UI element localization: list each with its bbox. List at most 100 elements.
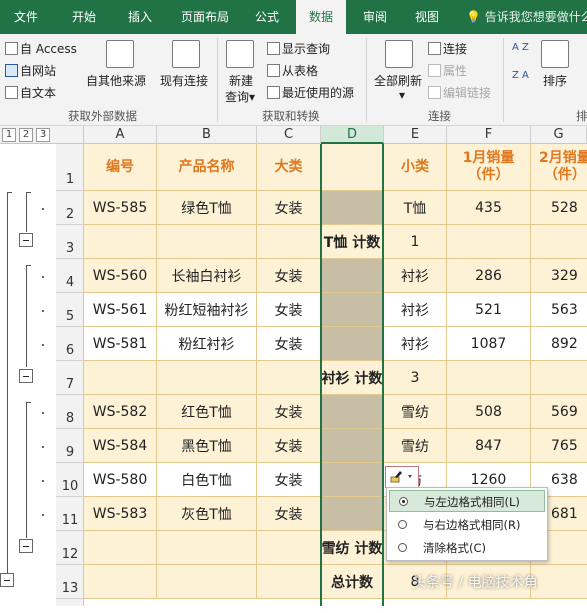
cell-subtotal-label[interactable]: 衬衫 计数 (321, 361, 384, 395)
collapse-button[interactable] (19, 233, 33, 247)
cell-jan-sales[interactable]: 1087 (447, 327, 531, 361)
cell-id[interactable]: WS-582 (84, 395, 157, 429)
cell-id[interactable] (84, 565, 157, 599)
header-cell-category[interactable]: 大类 (257, 144, 321, 191)
cell-subtotal-label[interactable] (321, 497, 384, 531)
cell-category[interactable]: 女装 (257, 429, 321, 463)
cell-subcategory[interactable]: 衬衫 (384, 259, 447, 293)
cell-jan-sales[interactable] (447, 361, 531, 395)
header-cell-product[interactable]: 产品名称 (157, 144, 257, 191)
row-number[interactable]: 13 (56, 565, 84, 599)
from-table-button[interactable]: 从表格 (267, 62, 318, 79)
cell-feb-sales[interactable] (531, 565, 587, 599)
row-number[interactable]: 9 (56, 429, 84, 463)
existing-connections-button[interactable]: 现有连接 (160, 72, 208, 89)
from-text-button[interactable]: 自文本 (5, 84, 56, 101)
cell-id[interactable]: WS-560 (84, 259, 157, 293)
cell-jan-sales[interactable]: 286 (447, 259, 531, 293)
cell-product-name[interactable] (157, 565, 257, 599)
tab-review[interactable]: 审阅 (352, 0, 398, 34)
cell-category[interactable]: 女装 (257, 395, 321, 429)
cell-id[interactable] (84, 531, 157, 565)
row-number[interactable]: 6 (56, 327, 84, 361)
column-header-b[interactable]: B (157, 126, 257, 144)
column-header-c[interactable]: C (257, 126, 321, 144)
cell-category[interactable]: 女装 (257, 463, 321, 497)
recent-sources-button[interactable]: 最近使用的源 (267, 84, 354, 101)
row-number[interactable]: 12 (56, 531, 84, 565)
header-cell-feb-sales[interactable]: 2月销量 （件） (531, 144, 587, 191)
cell-category[interactable]: 女装 (257, 259, 321, 293)
show-queries-button[interactable]: 显示查询 (267, 40, 330, 57)
row-number[interactable]: 8 (56, 395, 84, 429)
row-number[interactable]: 2 (56, 191, 84, 225)
cell-category[interactable]: 女装 (257, 327, 321, 361)
cell-subcategory[interactable]: 雪纺 (384, 429, 447, 463)
cell-jan-sales[interactable]: 508 (447, 395, 531, 429)
cell-category[interactable]: 女装 (257, 497, 321, 531)
cell-product-name[interactable]: 红色T恤 (157, 395, 257, 429)
cell-id[interactable]: WS-580 (84, 463, 157, 497)
tab-formulas[interactable]: 公式 (244, 0, 290, 34)
tab-insert[interactable]: 插入 (114, 0, 166, 34)
outline-level-1[interactable]: 1 (2, 128, 16, 142)
cell-feb-sales[interactable]: 765 (531, 429, 587, 463)
collapse-button[interactable] (19, 369, 33, 383)
column-header-g[interactable]: G (531, 126, 587, 144)
menu-item-same-as-left[interactable]: 与左边格式相同(L) (389, 490, 545, 512)
cell-id[interactable]: WS-585 (84, 191, 157, 225)
cell-product-name[interactable]: 粉红短袖衬衫 (157, 293, 257, 327)
cell-jan-sales[interactable]: 435 (447, 191, 531, 225)
cell-jan-sales[interactable] (447, 225, 531, 259)
tab-home[interactable]: 开始 (58, 0, 110, 34)
outline-level-3[interactable]: 3 (36, 128, 50, 142)
cell-id[interactable]: WS-561 (84, 293, 157, 327)
column-header-a[interactable]: A (84, 126, 157, 144)
cell-subcategory[interactable]: T恤 (384, 191, 447, 225)
outline-level-2[interactable]: 2 (19, 128, 33, 142)
header-cell-subcategory[interactable]: 小类 (384, 144, 447, 191)
connections-button[interactable]: 连接 (428, 40, 467, 57)
tab-view[interactable]: 视图 (404, 0, 450, 34)
cell-subcategory[interactable]: 雪纺 (384, 395, 447, 429)
cell-subtotal-label[interactable]: 雪纺 计数 (321, 531, 384, 565)
cell-product-name[interactable] (157, 531, 257, 565)
new-query-button[interactable]: 新建 (229, 72, 253, 89)
tell-me-search[interactable]: 💡 告诉我您想要做什么 (466, 0, 587, 34)
cell-product-name[interactable]: 绿色T恤 (157, 191, 257, 225)
cell-id[interactable] (84, 361, 157, 395)
collapse-button[interactable] (19, 539, 33, 553)
properties-button[interactable]: 属性 (428, 62, 467, 79)
cell-jan-sales[interactable]: 521 (447, 293, 531, 327)
column-header-e[interactable]: E (384, 126, 447, 144)
cell-subtotal-label[interactable] (321, 395, 384, 429)
row-number[interactable]: 7 (56, 361, 84, 395)
cell-subcategory[interactable]: 1 (384, 225, 447, 259)
column-header-d[interactable]: D (321, 126, 384, 144)
cell-subtotal-label[interactable] (321, 463, 384, 497)
cell-id[interactable] (84, 225, 157, 259)
cell-product-name[interactable]: 灰色T恤 (157, 497, 257, 531)
from-access-button[interactable]: 自 Access (5, 40, 77, 57)
cell-category[interactable] (257, 361, 321, 395)
cell-category[interactable] (257, 565, 321, 599)
cell-subcategory[interactable]: 衬衫 (384, 293, 447, 327)
cell-feb-sales[interactable] (531, 225, 587, 259)
edit-links-button[interactable]: 编辑链接 (428, 84, 491, 101)
row-number[interactable]: 10 (56, 463, 84, 497)
sort-button[interactable]: 排序 (543, 72, 567, 89)
cell-jan-sales[interactable]: 847 (447, 429, 531, 463)
row-number[interactable]: 5 (56, 293, 84, 327)
row-number[interactable]: 1 (56, 144, 84, 191)
row-number[interactable]: 11 (56, 497, 84, 531)
menu-item-same-as-right[interactable]: 与右边格式相同(R) (389, 514, 545, 536)
header-cell-jan-sales[interactable]: 1月销量 （件） (447, 144, 531, 191)
menu-item-clear-formatting[interactable]: 清除格式(C) (389, 537, 545, 559)
header-cell-id[interactable]: 编号 (84, 144, 157, 191)
paste-options-button[interactable] (385, 466, 419, 488)
select-all-corner[interactable] (56, 126, 84, 144)
cell-product-name[interactable]: 长袖白衬衫 (157, 259, 257, 293)
cell-feb-sales[interactable]: 563 (531, 293, 587, 327)
cell-subcategory[interactable]: 衬衫 (384, 327, 447, 361)
cell-subtotal-label[interactable] (321, 327, 384, 361)
